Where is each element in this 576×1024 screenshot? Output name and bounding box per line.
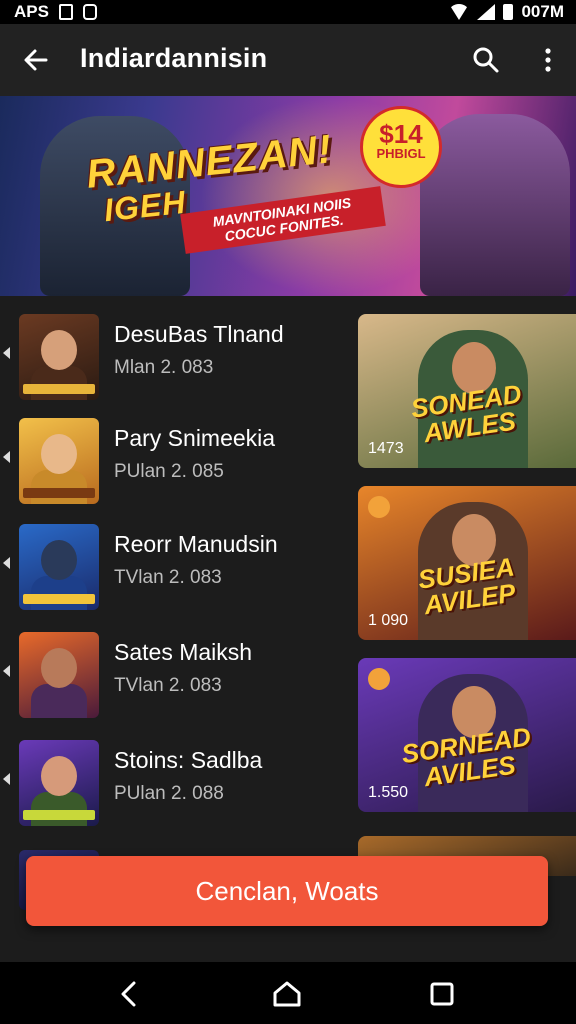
game-title: Stoins: Sadlba	[114, 747, 263, 773]
status-left-text: APS	[14, 2, 49, 21]
app-bar: Indiardannisin	[0, 24, 576, 100]
featured-card[interactable]: SUSIEA AVILEP 1 090	[358, 486, 576, 640]
list-item[interactable]: Sates Maiksh TVlan 2. 083	[0, 628, 350, 724]
game-meta: PUlan 2. 088	[114, 783, 224, 804]
wifi-icon	[449, 4, 470, 20]
back-arrow-icon[interactable]	[20, 44, 52, 76]
game-title: Sates Maiksh	[114, 639, 253, 665]
game-meta: TVlan 2. 083	[114, 567, 222, 588]
system-nav-bar	[0, 962, 576, 1024]
game-meta: PUlan 2. 085	[114, 461, 224, 482]
nav-recents-icon[interactable]	[426, 978, 458, 1010]
promo-banner[interactable]: RANNEZAN! IGEH MAVNTOINAKI NOIIS COCUC F…	[0, 96, 576, 296]
price-badge: $14 PHBIGL	[360, 106, 442, 188]
game-thumbnail	[19, 524, 99, 610]
bullet-icon	[3, 451, 10, 463]
search-icon[interactable]	[470, 44, 502, 76]
game-thumbnail	[19, 740, 99, 826]
game-thumbnail	[19, 418, 99, 504]
list-item[interactable]: Stoins: Sadlba PUlan 2. 088	[0, 736, 350, 832]
notification-icon	[58, 4, 73, 20]
game-title: Pary Snimeekia	[114, 425, 276, 451]
featured-card[interactable]: SORNEAD AVILES 1.550	[358, 658, 576, 812]
game-thumbnail	[19, 314, 99, 400]
bullet-icon	[3, 557, 10, 569]
status-time: 007M	[521, 2, 564, 21]
banner-hero-right-image	[420, 114, 570, 296]
signal-icon	[477, 4, 496, 20]
page-title: Indiardannisin	[80, 43, 268, 73]
bullet-icon	[3, 347, 10, 359]
game-title: Reorr Manudsin	[114, 531, 278, 557]
badge-icon	[368, 496, 390, 518]
list-item[interactable]: Pary Snimeekia PUlan 2. 085	[0, 414, 350, 510]
app-notification-icon	[82, 4, 97, 20]
game-thumbnail	[19, 632, 99, 718]
game-meta: Mlan 2. 083	[114, 357, 214, 378]
list-item[interactable]: Reorr Manudsin TVlan 2. 083	[0, 520, 350, 616]
primary-action-button[interactable]: Cenclan, Woats	[26, 856, 548, 926]
nav-home-icon[interactable]	[271, 978, 303, 1010]
featured-card-count: 1473	[368, 440, 404, 457]
featured-card[interactable]: SONEAD AWLES 1473	[358, 314, 576, 468]
bullet-icon	[3, 665, 10, 677]
more-options-icon[interactable]	[532, 44, 564, 76]
bullet-icon	[3, 773, 10, 785]
game-title: DesuBas Tlnand	[114, 321, 284, 347]
price-subtext: PHBIGL	[376, 146, 426, 161]
badge-icon	[368, 668, 390, 690]
price-value: $14	[379, 119, 423, 149]
battery-icon	[503, 4, 514, 20]
featured-card-count: 1 090	[368, 612, 409, 629]
featured-card-count: 1.550	[368, 784, 409, 801]
status-bar: APS 007M	[0, 0, 576, 24]
nav-back-icon[interactable]	[114, 978, 146, 1010]
list-item[interactable]: DesuBas Tlnand Mlan 2. 083	[0, 310, 350, 406]
game-meta: TVlan 2. 083	[114, 675, 222, 696]
